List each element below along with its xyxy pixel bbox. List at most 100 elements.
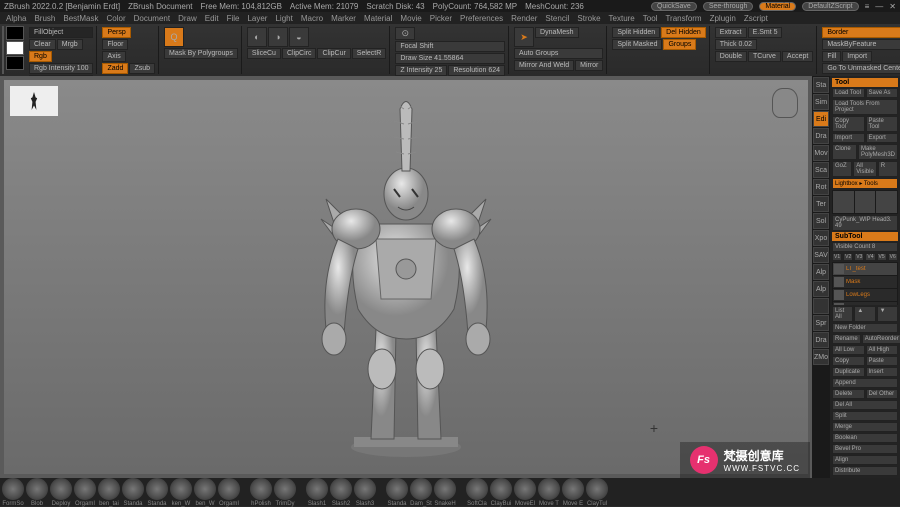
brush-MoveEl[interactable]: MoveEl: [514, 478, 536, 507]
append-button[interactable]: Append: [832, 378, 898, 388]
brush-ben_W[interactable]: ben_W: [194, 478, 216, 507]
tool-thumb-3[interactable]: [876, 191, 897, 213]
subtool-item[interactable]: Mask: [833, 276, 897, 288]
extract-button[interactable]: Extract: [715, 27, 747, 38]
toolname-field[interactable]: CyPunk_WIP Head3. 49: [832, 215, 898, 231]
insert-button[interactable]: Insert: [866, 367, 899, 377]
brush-hPolish[interactable]: hPolish: [250, 478, 272, 507]
down-icon[interactable]: ▼: [877, 306, 898, 322]
menu-file[interactable]: File: [227, 14, 240, 23]
import2-button[interactable]: Import: [832, 133, 865, 143]
side-DragD-icon[interactable]: Dra: [813, 332, 829, 348]
swatch-white[interactable]: [6, 41, 24, 55]
brush-Move T[interactable]: Move T: [538, 478, 560, 507]
swatch-secondary[interactable]: [6, 56, 24, 70]
focalshift-slider[interactable]: Focal Shift: [395, 41, 505, 52]
mirrorweld-button[interactable]: Mirror And Weld: [514, 60, 574, 71]
gounmasked-button[interactable]: Go To Unmasked Center: [822, 63, 900, 74]
thick-slider[interactable]: Thick 0.02: [715, 39, 757, 50]
delhidden-button[interactable]: Del Hidden: [661, 27, 706, 38]
color-picker[interactable]: [2, 26, 4, 74]
side-SAVE-icon[interactable]: SAV: [813, 247, 829, 263]
brush-Standa[interactable]: Standa: [122, 478, 144, 507]
maskbypolygroups[interactable]: Mask By Polygroups: [164, 48, 238, 59]
brush-SnakeH[interactable]: SnakeH: [434, 478, 456, 507]
brush-ClayTul[interactable]: ClayTul: [586, 478, 608, 507]
clipcur-button[interactable]: ClipCur: [317, 48, 350, 59]
brush-OrgamI[interactable]: OrgamI: [74, 478, 96, 507]
drawsize-slider[interactable]: Draw Size 41.55864: [395, 53, 505, 64]
floor-button[interactable]: Floor: [102, 39, 128, 50]
brush-q-icon[interactable]: Q: [164, 27, 184, 47]
dynamesh-button[interactable]: DynaMesh: [535, 27, 578, 38]
menu-document[interactable]: Document: [134, 14, 170, 23]
menu-stroke[interactable]: Stroke: [577, 14, 600, 23]
paste2-button[interactable]: Paste: [866, 356, 899, 366]
menu-light[interactable]: Light: [275, 14, 292, 23]
side-Standa-icon[interactable]: Sta: [813, 77, 829, 93]
menu-render[interactable]: Render: [511, 14, 537, 23]
brush-Blob[interactable]: Blob: [26, 478, 48, 507]
mirror-button[interactable]: Mirror: [575, 60, 603, 71]
tool-thumb-2[interactable]: [855, 191, 876, 213]
copytool2-button[interactable]: Copy Tool: [832, 116, 865, 132]
allvisible-button[interactable]: All Visible: [853, 161, 877, 177]
menu-marker[interactable]: Marker: [331, 14, 356, 23]
menu-brush[interactable]: Brush: [34, 14, 55, 23]
bevelpro-button[interactable]: Bevel Pro: [832, 444, 898, 454]
brush-Slash3[interactable]: Slash3: [354, 478, 376, 507]
side-Solo-icon[interactable]: Sol: [813, 213, 829, 229]
swatch-black[interactable]: [6, 26, 24, 40]
subtool-item[interactable]: LT_test: [833, 263, 897, 275]
groups-button[interactable]: Groups: [663, 39, 696, 50]
reference-thumbnail[interactable]: [10, 86, 58, 116]
rename-button[interactable]: Rename: [832, 334, 861, 344]
menu-zscript[interactable]: Zscript: [744, 14, 768, 23]
subtool-item[interactable]: LowLegs: [833, 289, 897, 301]
esmt-slider[interactable]: E.Smt 5: [748, 27, 783, 38]
boolean-button[interactable]: Boolean: [832, 433, 898, 443]
mrgb-button[interactable]: Mrgb: [57, 39, 83, 50]
arrow-icon[interactable]: ➤: [514, 27, 534, 47]
menu-alpha[interactable]: Alpha: [6, 14, 26, 23]
rgbintensity-slider[interactable]: Rgb Intensity 100: [29, 63, 93, 74]
menu-movie[interactable]: Movie: [400, 14, 421, 23]
side-Alpha 0-icon[interactable]: Alp: [813, 264, 829, 280]
menu-tool[interactable]: Tool: [643, 14, 658, 23]
subtool-header[interactable]: SubTool: [832, 232, 898, 241]
vtab-V2[interactable]: V2: [843, 253, 853, 261]
side-blank-icon[interactable]: [813, 298, 829, 314]
resolution-slider[interactable]: Resolution 624: [448, 65, 505, 76]
merge-button[interactable]: Merge: [832, 422, 898, 432]
brush-SoftCla[interactable]: SoftCla: [466, 478, 488, 507]
selectr-button[interactable]: SelectR: [352, 48, 387, 59]
up-icon[interactable]: ▲: [854, 306, 875, 322]
vtab-V6[interactable]: V6: [888, 253, 898, 261]
brush-Slash2[interactable]: Slash2: [330, 478, 352, 507]
split-button[interactable]: Split: [832, 411, 898, 421]
zadd-button[interactable]: Zadd: [102, 63, 128, 74]
persp-button[interactable]: Persp: [102, 27, 130, 38]
side-Edit-icon[interactable]: Edi: [813, 111, 829, 127]
defaultscript-button[interactable]: DefaultZScript: [802, 2, 858, 11]
clipcirc-button[interactable]: ClipCirc: [282, 48, 317, 59]
brush-Slash1[interactable]: Slash1: [306, 478, 328, 507]
side-Rot-icon[interactable]: Rot: [813, 179, 829, 195]
side-Draw-icon[interactable]: Dra: [813, 128, 829, 144]
menu-bestmask[interactable]: BestMask: [63, 14, 98, 23]
menu-edit[interactable]: Edit: [205, 14, 219, 23]
load-tool-button[interactable]: Load Tool: [832, 88, 865, 98]
tool-panel-header[interactable]: Tool: [832, 78, 898, 87]
focal-icon[interactable]: ⊙: [395, 27, 415, 40]
rgb-button[interactable]: Rgb: [29, 51, 52, 62]
brush-Standa[interactable]: Standa: [146, 478, 168, 507]
brush-Deploy[interactable]: Deploy: [50, 478, 72, 507]
menu-preferences[interactable]: Preferences: [460, 14, 503, 23]
side-Simple-icon[interactable]: Sim: [813, 94, 829, 110]
minimize-icon[interactable]: —: [875, 2, 883, 11]
side-Alpha 0-icon[interactable]: Alp: [813, 281, 829, 297]
distribute-button[interactable]: Distribute: [832, 466, 898, 476]
menu-icon[interactable]: ≡: [865, 2, 870, 11]
autogroups-button[interactable]: Auto Groups: [514, 48, 603, 59]
quicksave-button[interactable]: QuickSave: [651, 2, 697, 11]
